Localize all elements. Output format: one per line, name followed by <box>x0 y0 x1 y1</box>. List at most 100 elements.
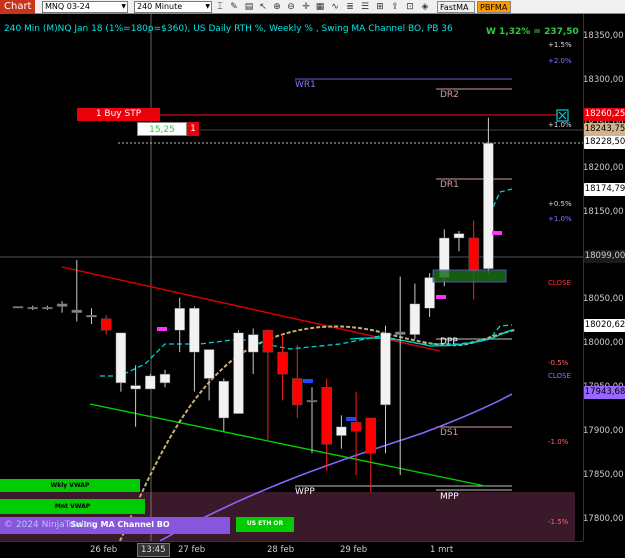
price-marker-box: 18174,79 <box>584 183 625 197</box>
wpp-label: WPP <box>295 487 315 497</box>
candle-body <box>409 303 421 335</box>
bar-type-icon[interactable]: ⌶ <box>214 1 226 13</box>
order-quantity-box[interactable]: 15,25 <box>137 122 187 136</box>
price-marker-box: 18228,50 <box>584 136 625 150</box>
price-marker-box: 18243,75 <box>584 122 625 136</box>
candle-body <box>56 303 68 307</box>
candle-body <box>394 331 406 335</box>
chart-window-title: Chart <box>0 0 36 14</box>
drawing-tools-icon[interactable]: ✎ <box>228 1 240 13</box>
candle-body <box>350 422 362 432</box>
pct-label: +1.0% <box>548 121 572 129</box>
instrument-selector[interactable]: MNQ 03-24 ▼ <box>42 1 128 13</box>
price-chart-svg <box>0 14 583 541</box>
properties-icon[interactable]: ☰ <box>359 1 371 13</box>
price-marker-box: 17943,68 <box>584 386 625 400</box>
candle-body <box>380 332 391 406</box>
candle-body <box>262 329 274 353</box>
us-eth-or-label[interactable]: US ETH OR <box>236 516 294 531</box>
candle-body <box>218 380 230 419</box>
breakout-box <box>432 269 507 283</box>
zoom-in-icon[interactable]: ⊕ <box>271 1 283 13</box>
price-tick-label: 18300,00 <box>583 74 624 85</box>
candle-body <box>321 387 332 445</box>
pointer-icon[interactable]: ↖ <box>257 1 269 13</box>
templates-icon[interactable]: ⊞ <box>374 1 386 13</box>
dr1-label: DR1 <box>440 180 459 190</box>
mnt-vwap-label[interactable]: Mnt VWAP <box>0 499 145 514</box>
zoom-out-icon[interactable]: ⊖ <box>285 1 297 13</box>
data-series-icon[interactable]: ▤ <box>243 1 255 13</box>
time-label: 1 mrt <box>430 545 454 555</box>
crosshair-icon[interactable]: ✛ <box>300 1 312 13</box>
candle-body <box>483 142 494 269</box>
price-tick-label: 18050,00 <box>583 294 624 305</box>
time-axis[interactable]: 26 feb 13:45 27 feb 28 feb 29 feb 1 mrt <box>0 541 583 558</box>
mpp-label: MPP <box>440 492 459 502</box>
candle-body <box>365 417 377 454</box>
price-tick-label: 18350,00 <box>583 31 624 41</box>
price-chart-panel[interactable]: 240 Min (M)NQ Jan 18 (1%=180p=$360), US … <box>0 14 583 541</box>
magenta-marker <box>157 327 167 331</box>
lock-icon[interactable]: ⊡ <box>404 1 416 13</box>
time-label: 29 feb <box>340 545 368 555</box>
price-tick-label: 17800,00 <box>583 514 624 524</box>
price-tick-label: 18150,00 <box>583 206 624 217</box>
dpp-label: DPP <box>440 337 458 347</box>
chevron-down-icon: ▼ <box>205 3 210 10</box>
chart-toolbar: Chart MNQ 03-24 ▼ 240 Minute ▼ ⌶ ✎ ▤ ↖ ⊕… <box>0 0 625 14</box>
blue-marker <box>346 417 356 421</box>
wkly-vwap-label[interactable]: Wkly VWAP <box>0 478 140 493</box>
price-tick-label: 17850,00 <box>583 470 624 481</box>
strategies-icon[interactable]: ≣ <box>344 1 356 13</box>
fastma-button[interactable]: FastMA <box>437 1 475 13</box>
pct-label: -1.5% <box>548 518 569 526</box>
time-label: 26 feb <box>90 545 118 555</box>
candle-body <box>277 351 288 375</box>
pct-label: +2.0% <box>548 57 572 65</box>
candle-body <box>12 306 24 309</box>
price-tick-label: 18200,00 <box>583 162 624 173</box>
interval-selector-value: 240 Minute <box>137 2 183 11</box>
candle-body <box>292 378 303 406</box>
pct-label: +0.5% <box>548 200 572 208</box>
magenta-marker <box>436 295 446 299</box>
candle-body <box>453 233 465 239</box>
candle-body <box>145 375 156 390</box>
cyan-channel-upper <box>100 324 513 377</box>
candle-body <box>159 373 171 384</box>
candle-body <box>130 385 141 390</box>
price-tick-label: 18000,00 <box>583 338 624 349</box>
camera-icon[interactable]: ◈ <box>419 1 431 13</box>
magenta-marker <box>492 231 502 235</box>
pbfma-button[interactable]: PBFMA <box>477 1 511 13</box>
order-count-box[interactable]: 1 <box>187 122 199 136</box>
chart-trader-icon[interactable]: ▦ <box>314 1 326 13</box>
share-icon[interactable]: ⇪ <box>389 1 401 13</box>
interval-selector[interactable]: 240 Minute ▼ <box>134 1 212 13</box>
green-trendline <box>89 403 486 487</box>
wr1-label: WR1 <box>295 80 316 90</box>
time-label: 27 feb <box>178 545 206 555</box>
price-marker-box: 18099,00 <box>584 249 625 263</box>
candle-body <box>247 334 259 353</box>
pct-label: -0.5% <box>548 359 569 367</box>
buy-stop-order-label[interactable]: 1 Buy STP <box>77 108 160 121</box>
price-marker-box: 18020,62 <box>584 318 625 332</box>
chart-header-title: 240 Min (M)NQ Jan 18 (1%=180p=$360), US … <box>4 24 453 34</box>
candle-body <box>115 332 127 384</box>
price-axis[interactable]: 18350,0018300,0018250,0018200,0018150,00… <box>583 14 625 541</box>
pct-label: +1.5% <box>548 41 572 49</box>
pct-label: -1.0% <box>548 438 569 446</box>
price-marker-box: 18260,25 <box>584 108 625 122</box>
dr2-label: DR2 <box>440 90 459 100</box>
candle-body <box>174 307 185 331</box>
candle-body <box>100 318 112 331</box>
candle-body <box>86 315 97 318</box>
indicators-icon[interactable]: ∿ <box>329 1 341 13</box>
crosshair-time-label: 13:45 <box>137 543 170 557</box>
candle-body <box>27 307 38 310</box>
blue-marker <box>303 379 313 383</box>
chevron-down-icon: ▼ <box>121 3 126 10</box>
close-label: CLOSE <box>548 372 571 380</box>
